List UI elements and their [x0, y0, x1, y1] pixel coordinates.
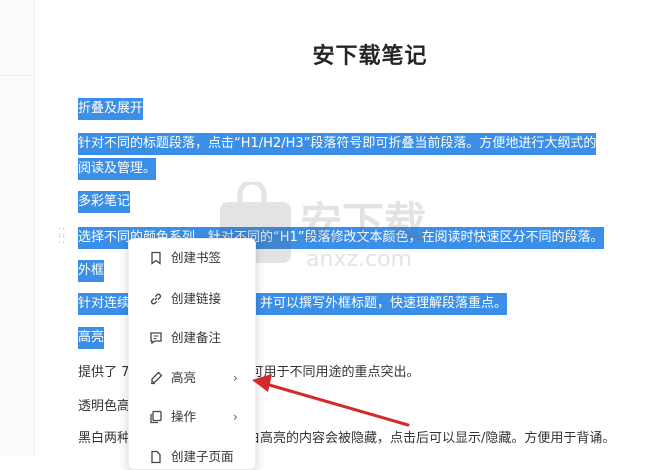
bookmark-icon [151, 251, 161, 265]
menu-item-label: 高亮 [171, 370, 197, 385]
document-title: 安下载笔记 [312, 44, 428, 69]
sidebar-divider [0, 75, 34, 76]
drag-handle-icon[interactable]: ⁚⁚ ⁚⁚ [58, 228, 70, 246]
menu-item-label: 操作 [171, 409, 197, 424]
menu-item-actions[interactable]: 操作 › [129, 405, 255, 429]
doc-line-heading-highlight[interactable]: 高亮 [78, 327, 105, 349]
menu-item-highlight[interactable]: 高亮 › [129, 366, 255, 390]
page-icon [151, 450, 161, 464]
link-icon [150, 293, 162, 305]
highlighter-icon [151, 371, 163, 385]
menu-item-label: 创建子页面 [171, 449, 234, 464]
svg-text:anxz.com: anxz.com [306, 247, 412, 272]
context-menu: 创建书签 创建链接 创建备注 高亮 › 操作 › 创建子页面 [128, 238, 256, 470]
doc-line-heading-color[interactable]: 多彩笔记 [78, 191, 131, 213]
doc-line-paragraph[interactable]: 针对不同的标题段落，点击“H1/H2/H3”段落符号即可折叠当前段落。方便地进行… [78, 133, 597, 155]
menu-item-create-note[interactable]: 创建备注 [129, 326, 255, 350]
copy-icon [150, 410, 162, 424]
doc-line-heading-fold[interactable]: 折叠及展开 [78, 98, 144, 120]
menu-item-label: 创建书签 [171, 250, 222, 265]
menu-item-label: 创建链接 [171, 291, 222, 306]
doc-line-paragraph[interactable]: 阅读及管理。 [78, 158, 157, 180]
menu-item-label: 创建备注 [171, 330, 222, 345]
menu-item-create-subpage[interactable]: 创建子页面 [129, 445, 255, 469]
menu-item-create-link[interactable]: 创建链接 [129, 287, 255, 311]
doc-line-heading-frame[interactable]: 外框 [78, 260, 105, 282]
chevron-right-icon: › [233, 371, 238, 385]
chevron-right-icon: › [233, 410, 238, 424]
comment-icon [150, 332, 162, 345]
menu-item-create-bookmark[interactable]: 创建书签 [129, 246, 255, 270]
